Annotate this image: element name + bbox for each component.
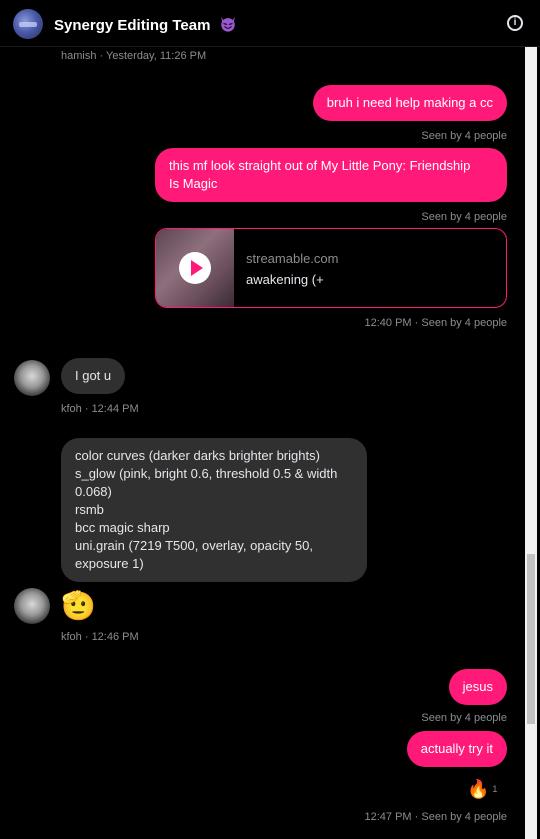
fire-icon: 🔥 [467, 779, 490, 799]
message-meta: hamish · Yesterday, 11:26 PM [61, 50, 207, 62]
link-preview-card[interactable]: streamable.com awakening (+ [155, 228, 507, 308]
message-line: rsmb [75, 502, 104, 517]
outgoing-message[interactable]: this mf look straight out of My Little P… [155, 148, 507, 202]
outgoing-message[interactable]: actually try it [406, 731, 507, 767]
message-line: color curves (darker darks brighter brig… [75, 448, 320, 463]
chat-title-text: Synergy Editing Team [54, 17, 211, 34]
avatar[interactable] [14, 360, 50, 396]
seen-indicator: Seen by 4 people [421, 211, 507, 223]
chat-title[interactable]: Synergy Editing Team [54, 15, 237, 34]
message-line: this mf look straight out of My Little P… [169, 158, 471, 173]
reaction[interactable]: 🔥 1 [467, 779, 497, 799]
message-line: 0.068) [75, 484, 112, 499]
link-domain: streamable.com [246, 251, 339, 266]
chat-header: Synergy Editing Team i [0, 0, 540, 47]
message-meta: kfoh · 12:46 PM [61, 631, 139, 643]
saluting-face-emoji[interactable]: 🫡 [61, 590, 96, 622]
message-line: s_glow (pink, bright 0.6, threshold 0.5 … [75, 466, 338, 481]
message-meta: kfoh · 12:44 PM [61, 403, 139, 415]
scrollbar-thumb[interactable] [527, 554, 535, 724]
message-line: uni.grain (7219 T500, overlay, opacity 5… [75, 538, 313, 553]
info-icon[interactable]: i [507, 15, 523, 31]
video-thumbnail[interactable] [156, 229, 234, 307]
seen-indicator: Seen by 4 people [421, 130, 507, 142]
play-icon[interactable] [179, 252, 211, 284]
group-avatar[interactable] [13, 9, 43, 39]
outgoing-message[interactable]: bruh i need help making a cc [312, 85, 507, 121]
message-meta: 12:40 PM · Seen by 4 people [364, 317, 507, 329]
message-line: Is Magic [169, 176, 218, 191]
incoming-message[interactable]: I got u [61, 358, 126, 394]
incoming-message[interactable]: color curves (darker darks brighter brig… [61, 438, 367, 582]
message-line: exposure 1) [75, 556, 144, 571]
avatar[interactable] [14, 588, 50, 624]
link-title: awakening (+ [246, 272, 324, 287]
message-meta: 12:47 PM · Seen by 4 people [364, 811, 507, 823]
seen-indicator: Seen by 4 people [421, 712, 507, 724]
reaction-count: 1 [492, 784, 498, 794]
outgoing-message[interactable]: jesus [448, 669, 507, 705]
smiling-devil-emoji-icon [220, 16, 235, 32]
message-line: bcc magic sharp [75, 520, 170, 535]
